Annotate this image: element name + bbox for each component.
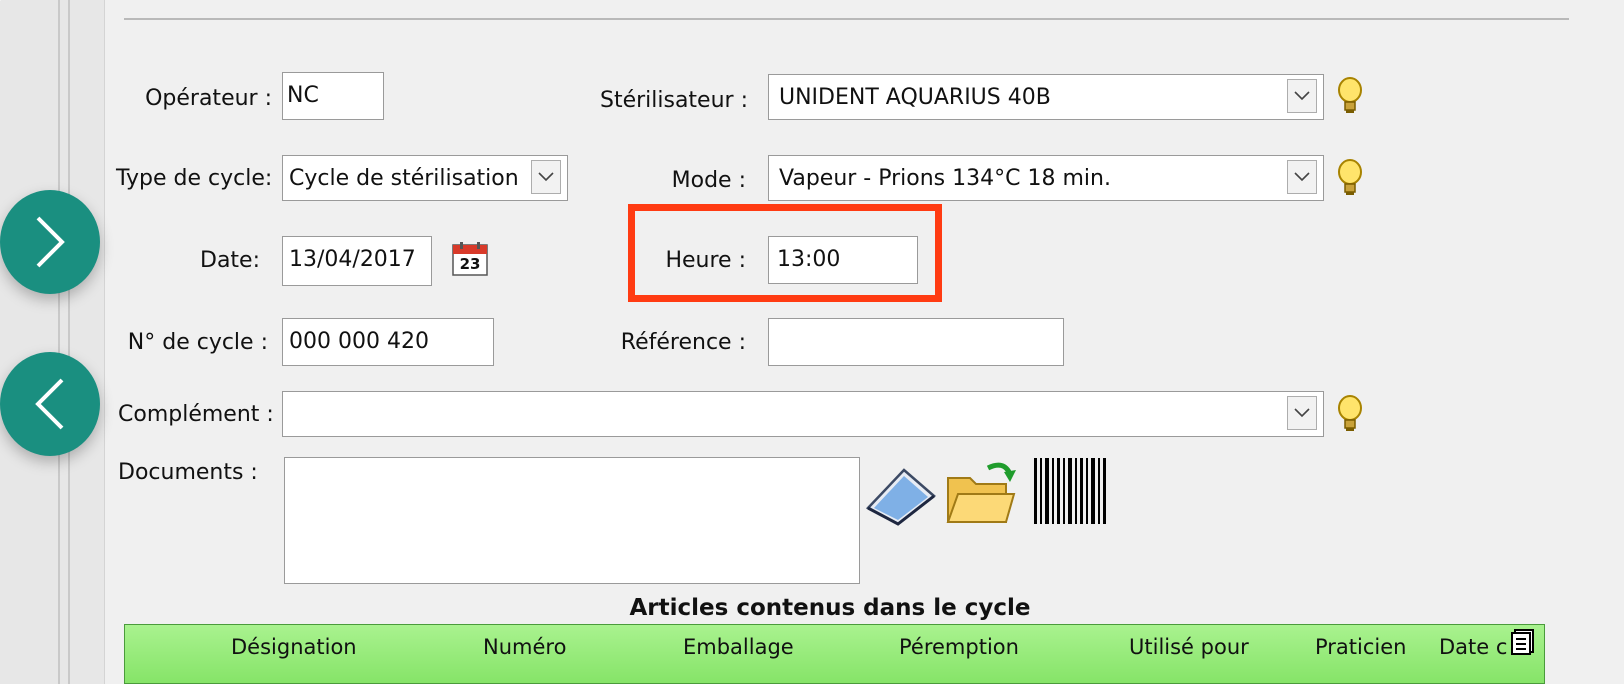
date-field[interactable]: 13/04/2017 [282,236,432,286]
reference-label: Référence : [620,330,746,355]
next-button[interactable] [0,190,100,294]
complement-select[interactable] [282,391,1324,437]
barcode-button[interactable] [1034,458,1106,524]
type-cycle-dropdown-button[interactable] [531,160,561,194]
folder-open-icon[interactable] [944,458,1018,528]
lightbulb-icon[interactable] [1334,394,1366,434]
operateur-label: Opérateur : [145,86,272,111]
heure-highlight-box [628,204,942,302]
type-cycle-value: Cycle de stérilisation [289,166,519,191]
dropdown-arrow-icon [1294,91,1310,101]
barcode-icon [1034,458,1106,524]
dropdown-arrow-icon [1294,172,1310,182]
date-label: Date: [200,248,260,273]
documents-label: Documents : [118,460,258,485]
sterilisateur-value: UNIDENT AQUARIUS 40B [779,85,1051,110]
articles-title: Articles contenus dans le cycle [629,595,1031,621]
operateur-field[interactable]: NC [282,72,384,120]
left-divider [58,0,60,684]
type-cycle-label: Type de cycle: [116,166,273,191]
num-cycle-field[interactable]: 000 000 420 [282,318,494,366]
complement-dropdown-button[interactable] [1287,396,1317,430]
column-chooser-icon[interactable] [1511,629,1535,655]
dropdown-arrow-icon [538,172,554,182]
lightbulb-icon[interactable] [1334,76,1366,116]
lightbulb-icon[interactable] [1334,158,1366,198]
previous-button[interactable] [0,352,100,456]
articles-table-header: Désignation Numéro Emballage Péremption … [124,624,1545,684]
top-separator [124,18,1569,20]
sterilisateur-dropdown-button[interactable] [1287,79,1317,113]
column-header-peremption[interactable]: Péremption [899,633,1019,661]
calendar-day: 23 [459,255,481,273]
num-cycle-label: N° de cycle : [127,330,268,355]
column-header-date[interactable]: Date c [1439,633,1507,661]
chevron-right-icon [36,216,65,268]
column-header-utilise-pour[interactable]: Utilisé pour [1129,633,1249,661]
reference-field[interactable] [768,318,1064,366]
documents-list[interactable] [284,457,860,584]
sterilisateur-label: Stérilisateur : [599,88,748,113]
type-cycle-select[interactable]: Cycle de stérilisation [282,155,568,201]
left-panel-background [0,0,104,684]
mode-dropdown-button[interactable] [1287,160,1317,194]
column-header-emballage[interactable]: Emballage [683,633,794,661]
chevron-left-icon [35,378,64,430]
mode-select[interactable]: Vapeur - Prions 134°C 18 min. [768,155,1324,201]
column-header-numero[interactable]: Numéro [483,633,566,661]
left-divider [68,0,70,684]
column-header-praticien[interactable]: Praticien [1315,633,1406,661]
mode-value: Vapeur - Prions 134°C 18 min. [779,166,1111,191]
calendar-button[interactable]: 23 [452,242,488,276]
dropdown-arrow-icon [1294,408,1310,418]
complement-label: Complément : [118,402,274,427]
scanner-icon[interactable] [864,462,938,528]
column-header-designation[interactable]: Désignation [231,633,357,661]
mode-label: Mode : [671,168,746,193]
sterilisateur-select[interactable]: UNIDENT AQUARIUS 40B [768,74,1324,120]
